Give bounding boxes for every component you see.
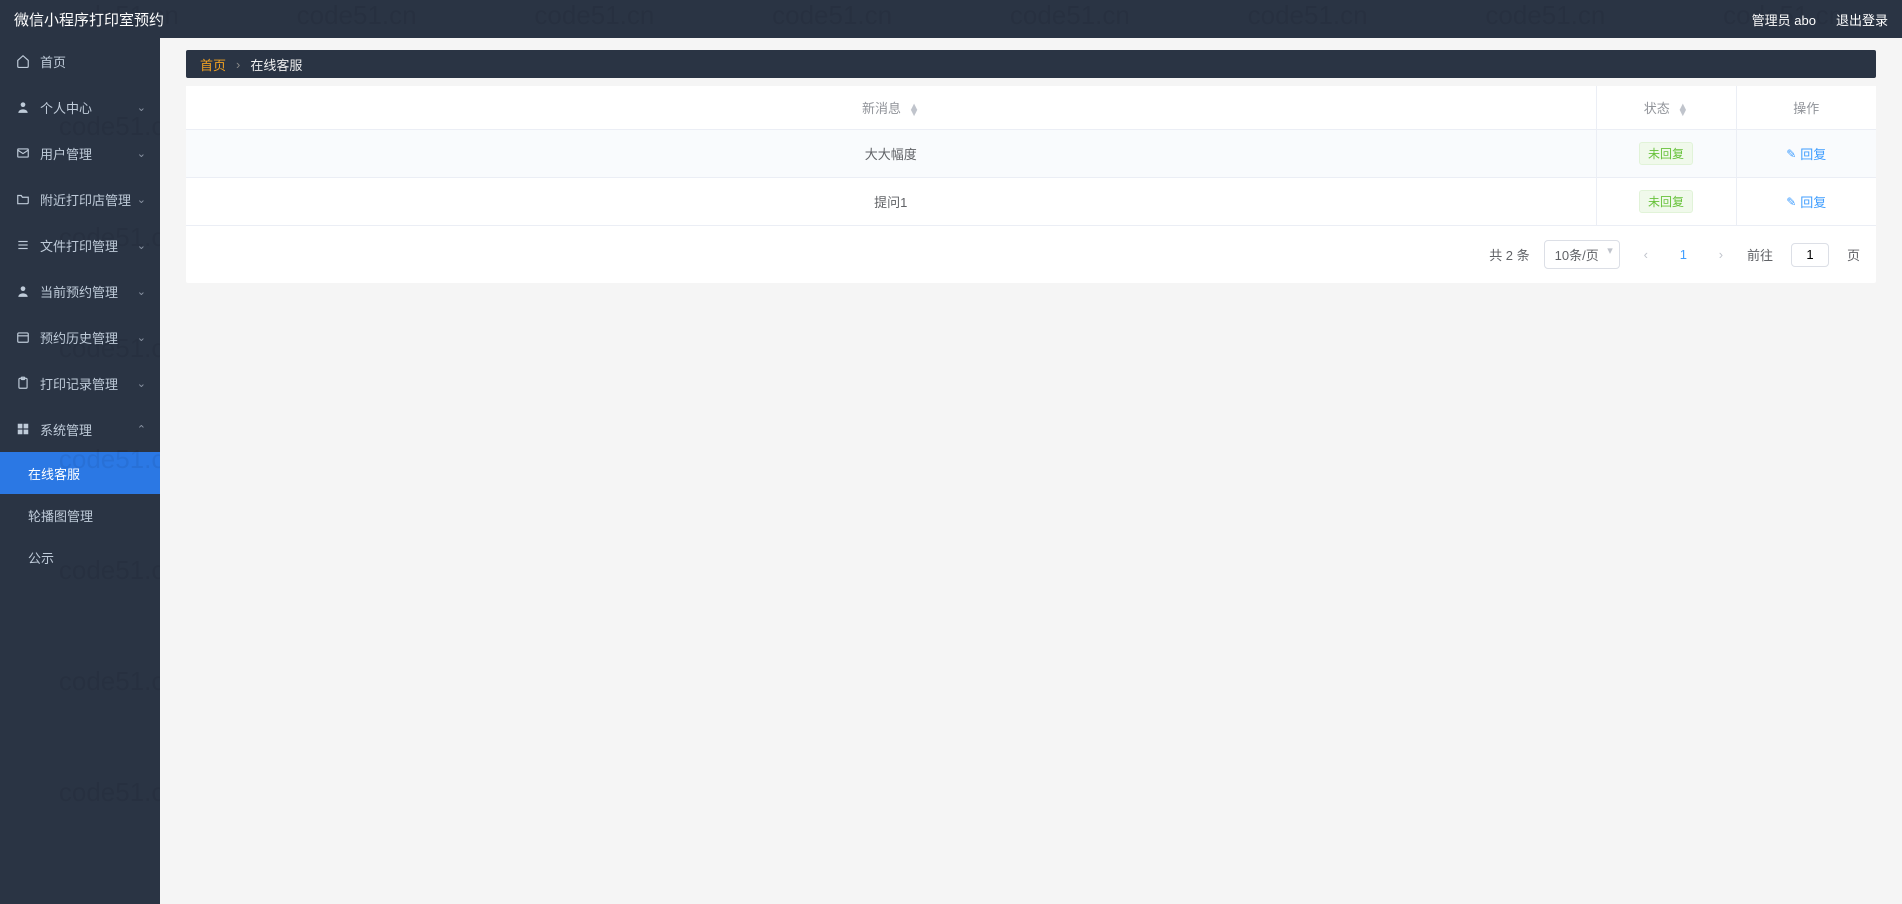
chevron-down-icon: ⌄ — [137, 377, 146, 390]
sidebar-item-system[interactable]: 系统管理 ⌃ — [0, 406, 160, 452]
sidebar-item-history[interactable]: 预约历史管理 ⌄ — [0, 314, 160, 360]
goto-page-input[interactable] — [1791, 243, 1829, 267]
sidebar-item-profile[interactable]: 个人中心 ⌄ — [0, 84, 160, 130]
chevron-down-icon: ⌄ — [137, 147, 146, 160]
sidebar: 首页 个人中心 ⌄ 用户管理 ⌄ 附近打印店管理 ⌄ — [0, 38, 160, 904]
submenu-item-label: 公示 — [28, 548, 54, 567]
list-icon — [14, 238, 32, 252]
table-card: 新消息 ▲▼ 状态 ▲▼ 操作 大大幅度 — [186, 86, 1876, 283]
sidebar-item-label: 个人中心 — [40, 98, 137, 117]
user-icon — [14, 284, 32, 298]
sidebar-item-users[interactable]: 用户管理 ⌄ — [0, 130, 160, 176]
chevron-down-icon: ⌄ — [137, 193, 146, 206]
clipboard-icon — [14, 376, 32, 390]
breadcrumb-home[interactable]: 首页 — [200, 55, 226, 74]
main-content: 首页 › 在线客服 新消息 ▲▼ 状态 ▲▼ — [160, 38, 1902, 904]
folder-icon — [14, 192, 32, 206]
cell-action: ✎ 回复 — [1736, 130, 1876, 178]
breadcrumb-separator: › — [236, 57, 240, 72]
calendar-icon — [14, 330, 32, 344]
sidebar-item-nearby[interactable]: 附近打印店管理 ⌄ — [0, 176, 160, 222]
sidebar-item-label: 当前预约管理 — [40, 282, 137, 301]
status-badge: 未回复 — [1639, 190, 1693, 213]
chevron-down-icon: ⌄ — [137, 101, 146, 114]
submenu-item-label: 在线客服 — [28, 464, 80, 483]
submenu-item-customer-service[interactable]: 在线客服 — [0, 452, 160, 494]
pagination-total: 共 2 条 — [1489, 245, 1529, 264]
sort-icon[interactable]: ▲▼ — [909, 104, 920, 116]
reply-button[interactable]: ✎ 回复 — [1786, 144, 1826, 163]
grid-icon — [14, 422, 32, 436]
home-icon — [14, 54, 32, 68]
col-header-status[interactable]: 状态 ▲▼ — [1596, 86, 1736, 130]
chevron-down-icon: ⌄ — [137, 239, 146, 252]
logout-link[interactable]: 退出登录 — [1836, 10, 1888, 29]
cell-message: 提问1 — [186, 178, 1596, 226]
sidebar-item-record[interactable]: 打印记录管理 ⌄ — [0, 360, 160, 406]
col-header-action: 操作 — [1736, 86, 1876, 130]
pagination: 共 2 条 10条/页 ‹ 1 › 前往 页 — [186, 226, 1876, 283]
current-user-label[interactable]: 管理员 abo — [1752, 10, 1816, 29]
page-size-select[interactable]: 10条/页 — [1544, 240, 1620, 269]
user-icon — [14, 100, 32, 114]
cell-message: 大大幅度 — [186, 130, 1596, 178]
cell-status: 未回复 — [1596, 130, 1736, 178]
sidebar-item-home[interactable]: 首页 — [0, 38, 160, 84]
messages-table: 新消息 ▲▼ 状态 ▲▼ 操作 大大幅度 — [186, 86, 1876, 226]
sort-icon[interactable]: ▲▼ — [1677, 104, 1688, 116]
table-row: 大大幅度 未回复 ✎ 回复 — [186, 130, 1876, 178]
chevron-up-icon: ⌃ — [137, 423, 146, 436]
edit-icon: ✎ — [1786, 195, 1796, 209]
reply-button[interactable]: ✎ 回复 — [1786, 192, 1826, 211]
sidebar-item-fileprint[interactable]: 文件打印管理 ⌄ — [0, 222, 160, 268]
current-page-number[interactable]: 1 — [1672, 247, 1695, 262]
app-title: 微信小程序打印室预约 — [14, 9, 164, 30]
envelope-icon — [14, 146, 32, 160]
sidebar-item-label: 文件打印管理 — [40, 236, 137, 255]
sidebar-item-label: 用户管理 — [40, 144, 137, 163]
submenu-item-carousel[interactable]: 轮播图管理 — [0, 494, 160, 536]
goto-label-prefix: 前往 — [1747, 245, 1773, 264]
breadcrumb: 首页 › 在线客服 — [186, 50, 1876, 78]
sidebar-item-label: 打印记录管理 — [40, 374, 137, 393]
chevron-down-icon: ⌄ — [137, 331, 146, 344]
cell-status: 未回复 — [1596, 178, 1736, 226]
sidebar-item-label: 首页 — [40, 52, 146, 71]
col-header-message[interactable]: 新消息 ▲▼ — [186, 86, 1596, 130]
submenu-item-notice[interactable]: 公示 — [0, 536, 160, 578]
app-header: 微信小程序打印室预约 管理员 abo 退出登录 — [0, 0, 1902, 38]
cell-action: ✎ 回复 — [1736, 178, 1876, 226]
sidebar-item-reserve[interactable]: 当前预约管理 ⌄ — [0, 268, 160, 314]
submenu-item-label: 轮播图管理 — [28, 506, 93, 525]
breadcrumb-current: 在线客服 — [250, 55, 302, 74]
status-badge: 未回复 — [1639, 142, 1693, 165]
next-page-button[interactable]: › — [1709, 243, 1733, 267]
chevron-down-icon: ⌄ — [137, 285, 146, 298]
sidebar-item-label: 系统管理 — [40, 420, 137, 439]
sidebar-item-label: 预约历史管理 — [40, 328, 137, 347]
sidebar-item-label: 附近打印店管理 — [40, 190, 137, 209]
table-row: 提问1 未回复 ✎ 回复 — [186, 178, 1876, 226]
goto-label-suffix: 页 — [1847, 245, 1860, 264]
prev-page-button[interactable]: ‹ — [1634, 243, 1658, 267]
edit-icon: ✎ — [1786, 147, 1796, 161]
